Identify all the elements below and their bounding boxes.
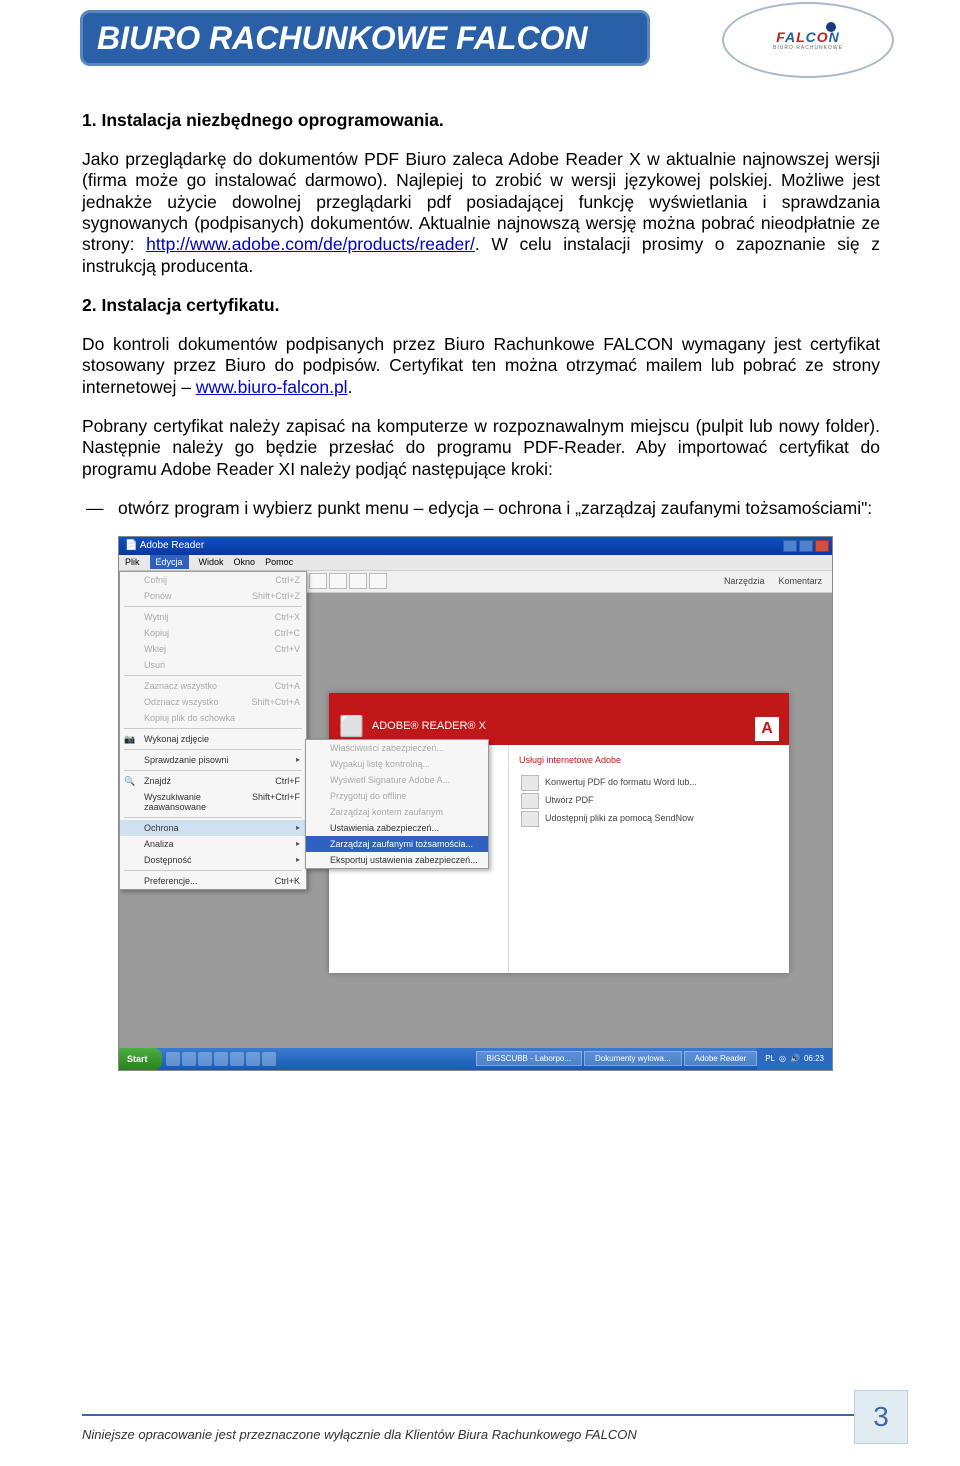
submenu-przygotuj[interactable]: Przygotuj do offline xyxy=(306,788,488,804)
logo-eye-icon xyxy=(826,22,836,32)
toolbar-komentarz[interactable]: Komentarz xyxy=(778,576,822,586)
taskbar-task[interactable]: BIGSCUBB - Laborpo... xyxy=(476,1051,582,1066)
quick-launch-icon[interactable] xyxy=(182,1052,196,1066)
menubar: Plik Edycja Widok Okno Pomoc xyxy=(119,555,832,571)
submenu-ustawienia[interactable]: Ustawienia zabezpieczeń... xyxy=(306,820,488,836)
menu-item-zaznacz[interactable]: Zaznacz wszystkoCtrl+A xyxy=(120,678,306,694)
menu-item-zaawansowane[interactable]: Wyszukiwanie zaawansowaneShift+Ctrl+F xyxy=(120,789,306,815)
window-controls xyxy=(783,540,832,552)
window-titlebar: 📄 Adobe Reader xyxy=(119,537,832,555)
start-button[interactable]: Start xyxy=(119,1048,162,1070)
menu-item-pisownia[interactable]: Sprawdzanie pisowni xyxy=(120,752,306,768)
quick-launch-icon[interactable] xyxy=(230,1052,244,1066)
maximize-button[interactable] xyxy=(799,540,813,552)
menu-item-usun[interactable]: Usuń xyxy=(120,657,306,673)
paragraph-3: Pobrany certyfikat należy zapisać na kom… xyxy=(82,416,880,480)
footer-disclaimer: Niniejsze opracowanie jest przeznaczone … xyxy=(82,1427,637,1442)
quick-launch xyxy=(166,1052,276,1066)
submenu-zarzadzaj-tozsam[interactable]: Zarządzaj zaufanymi tożsamościa... xyxy=(306,836,488,852)
search-icon: 🔍 xyxy=(124,776,136,788)
menu-item-kopiuj-plik[interactable]: Kopiuj plik do schowka xyxy=(120,710,306,726)
services-panel: Usługi internetowe Adobe Konwertuj PDF d… xyxy=(509,745,789,973)
quick-launch-icon[interactable] xyxy=(166,1052,180,1066)
menu-item-analiza[interactable]: Analiza xyxy=(120,836,306,852)
menu-item-wytnij[interactable]: WytnijCtrl+X xyxy=(120,609,306,625)
taskbar-task[interactable]: Adobe Reader xyxy=(684,1051,758,1066)
toolbar-button[interactable] xyxy=(349,573,367,589)
window-title: 📄 Adobe Reader xyxy=(125,540,204,551)
adobe-link[interactable]: http://www.adobe.com/de/products/reader/ xyxy=(146,234,475,254)
falcon-logo: FALCON BIURO RACHUNKOWE xyxy=(722,2,894,78)
menu-widok[interactable]: Widok xyxy=(199,557,224,567)
toolbar-button[interactable] xyxy=(329,573,347,589)
submenu-zarzadzaj-kontami[interactable]: Zarządzaj kontem zaufanym xyxy=(306,804,488,820)
edit-menu-dropdown: CofnijCtrl+Z PonówShift+Ctrl+Z WytnijCtr… xyxy=(119,571,307,890)
toolbar-narzedzia[interactable]: Narzędzia xyxy=(724,576,765,586)
tray-clock[interactable]: 06:23 xyxy=(804,1054,824,1063)
windows-taskbar: Start BIGSCUBB - Laborpo... Dokumenty wy… xyxy=(119,1048,832,1070)
menu-item-dostepnosc[interactable]: Dostępność xyxy=(120,852,306,868)
toolbar-button[interactable] xyxy=(369,573,387,589)
menu-edycja[interactable]: Edycja xyxy=(150,555,189,569)
minimize-button[interactable] xyxy=(783,540,797,552)
submenu-wlasciwosci[interactable]: Właściwości zabezpieczeń... xyxy=(306,740,488,756)
menu-item-znajdz[interactable]: 🔍ZnajdźCtrl+F xyxy=(120,773,306,789)
paragraph-2: Do kontroli dokumentów podpisanych przez… xyxy=(82,334,880,398)
quick-launch-icon[interactable] xyxy=(262,1052,276,1066)
submenu-eksportuj[interactable]: Eksportuj ustawienia zabezpieczeń... xyxy=(306,852,488,868)
menu-okno[interactable]: Okno xyxy=(234,557,256,567)
system-tray: PL ◎ 🔊 06:23 xyxy=(757,1048,832,1070)
service-create[interactable]: Utwórz PDF xyxy=(519,791,779,809)
page-number: 3 xyxy=(854,1390,908,1444)
toolbar-button[interactable] xyxy=(309,573,327,589)
submenu-wypakuj[interactable]: Wypakuj listę kontrolną... xyxy=(306,756,488,772)
menu-item-ochrona[interactable]: Ochrona xyxy=(120,820,306,836)
falcon-site-link[interactable]: www.biuro-falcon.pl xyxy=(196,377,348,397)
adobe-logo-icon: A xyxy=(755,717,779,741)
ochrona-submenu: Właściwości zabezpieczeń... Wypakuj list… xyxy=(305,739,489,869)
menu-item-wklej[interactable]: WklejCtrl+V xyxy=(120,641,306,657)
menu-pomoc[interactable]: Pomoc xyxy=(265,557,293,567)
menu-item-preferencje[interactable]: Preferencje...Ctrl+K xyxy=(120,873,306,889)
header-title: BIURO RACHUNKOWE FALCON xyxy=(97,20,588,57)
service-share[interactable]: Udostępnij pliki za pomocą SendNow xyxy=(519,809,779,827)
welcome-header: ⬜ ADOBE® READER® X A xyxy=(329,693,789,745)
tray-icon[interactable]: PL xyxy=(765,1054,775,1063)
tray-icon[interactable]: 🔊 xyxy=(790,1054,800,1063)
heading-2: 2. Instalacja certyfikatu. xyxy=(82,295,880,316)
menu-plik[interactable]: Plik xyxy=(125,557,140,567)
camera-icon: 📷 xyxy=(124,734,136,746)
taskbar-tasks: BIGSCUBB - Laborpo... Dokumenty wylowa..… xyxy=(476,1051,758,1066)
close-button[interactable] xyxy=(815,540,829,552)
quick-launch-icon[interactable] xyxy=(198,1052,212,1066)
heading-1: 1. Instalacja niezbędnego oprogramowania… xyxy=(82,110,880,131)
taskbar-task[interactable]: Dokumenty wylowa... xyxy=(584,1051,682,1066)
document-body: 1. Instalacja niezbędnego oprogramowania… xyxy=(82,110,880,1071)
menu-item-odznacz[interactable]: Odznacz wszystkoShift+Ctrl+A xyxy=(120,694,306,710)
document-header: BIURO RACHUNKOWE FALCON xyxy=(80,10,650,66)
quick-launch-icon[interactable] xyxy=(214,1052,228,1066)
paragraph-1: Jako przeglądarkę do dokumentów PDF Biur… xyxy=(82,149,880,277)
adobe-reader-screenshot: 📄 Adobe Reader Plik Edycja Widok Okno Po… xyxy=(118,536,833,1071)
quick-launch-icon[interactable] xyxy=(246,1052,260,1066)
footer-divider xyxy=(82,1414,882,1416)
menu-item-kopiuj[interactable]: KopiujCtrl+C xyxy=(120,625,306,641)
service-convert[interactable]: Konwertuj PDF do formatu Word lub... xyxy=(519,773,779,791)
menu-item-migawka[interactable]: 📷Wykonaj zdjęcie xyxy=(120,731,306,747)
menu-item-ponow[interactable]: PonówShift+Ctrl+Z xyxy=(120,588,306,604)
menu-item-cofnij[interactable]: CofnijCtrl+Z xyxy=(120,572,306,588)
logo-subtitle: BIURO RACHUNKOWE xyxy=(773,45,843,51)
services-header: Usługi internetowe Adobe xyxy=(519,755,779,765)
submenu-wyswietl[interactable]: Wyświetl Signature Adobe A... xyxy=(306,772,488,788)
tray-icon[interactable]: ◎ xyxy=(779,1054,786,1063)
step-1: otwórz program i wybierz punkt menu – ed… xyxy=(118,498,880,520)
adobe-pdf-icon: ⬜ xyxy=(339,714,364,739)
